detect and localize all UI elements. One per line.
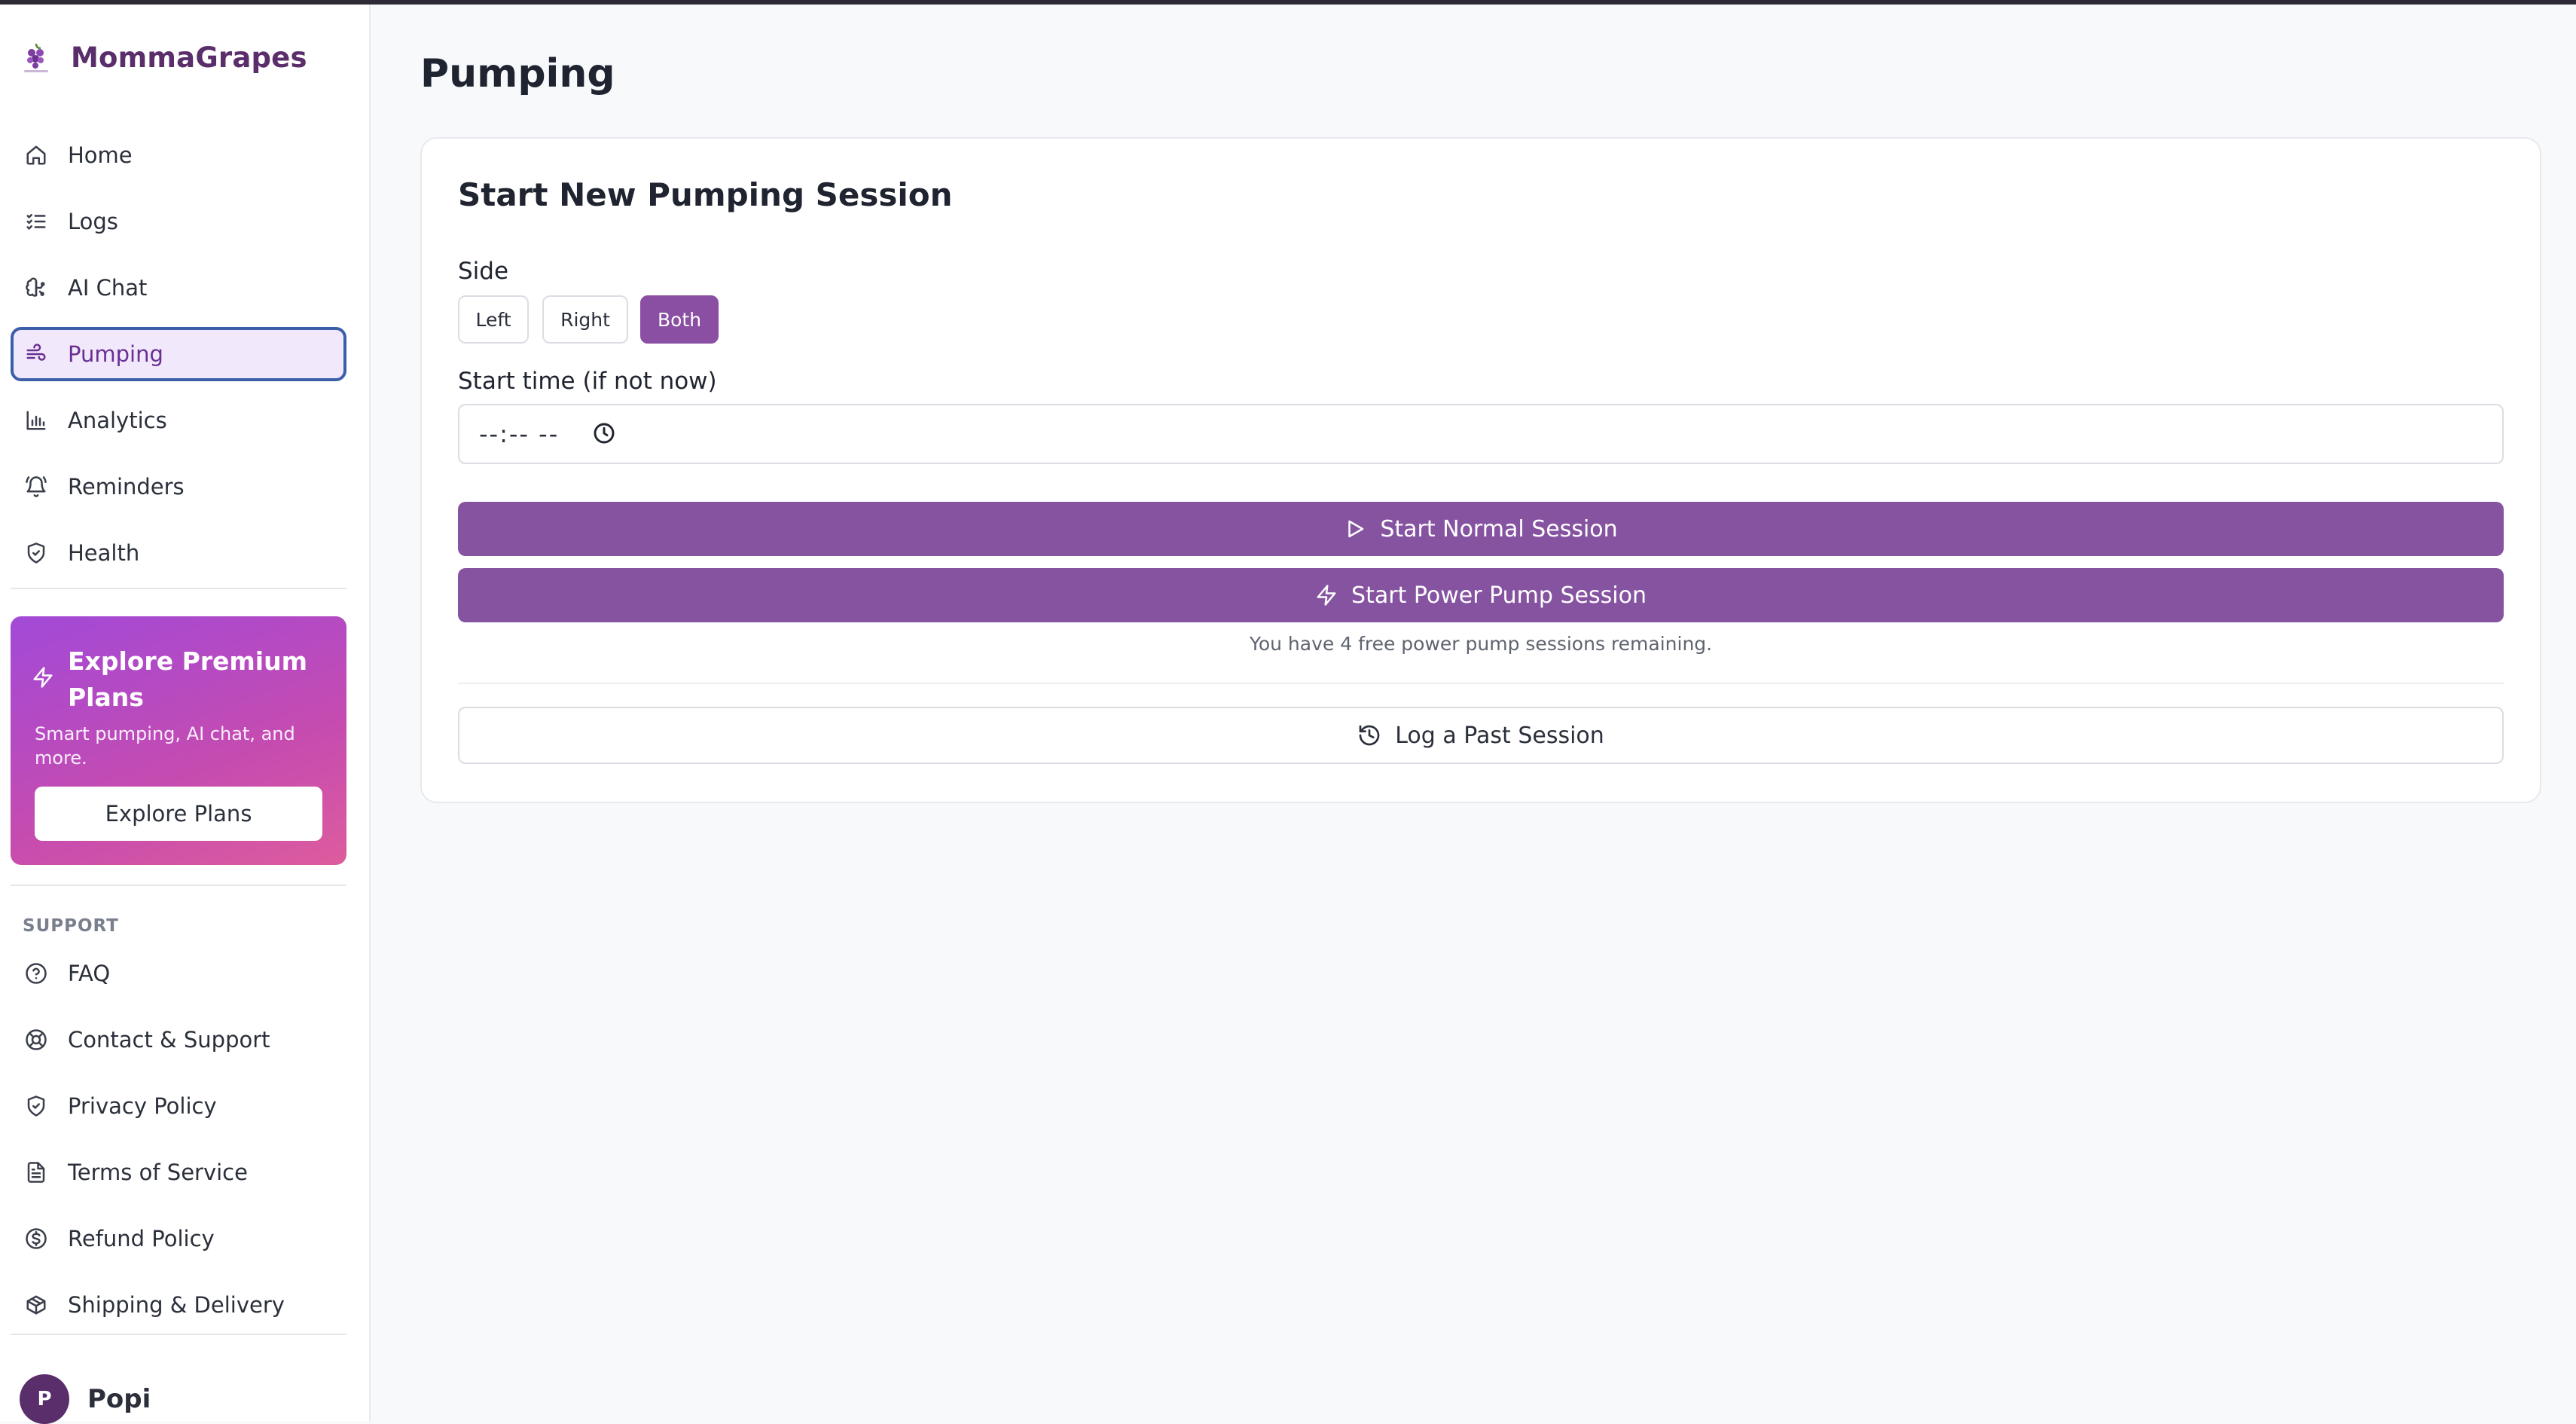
home-icon [23, 142, 50, 169]
nav-label: Health [68, 540, 140, 566]
nav-label: Pumping [68, 341, 163, 367]
brain-icon [23, 274, 50, 301]
nav-item-analytics[interactable]: Analytics [11, 393, 346, 448]
nav-item-health[interactable]: Health [11, 526, 346, 580]
bell-icon [23, 473, 50, 500]
grapes-logo-icon [17, 38, 56, 77]
start-time-label: Start time (if not now) [458, 368, 717, 395]
brand-name: MommaGrapes [71, 41, 307, 74]
support-divider [11, 1334, 346, 1335]
premium-promo-card: Explore Premium Plans Smart pumping, AI … [11, 616, 346, 865]
nav-label: Reminders [68, 474, 185, 500]
nav-divider [11, 588, 346, 589]
start-normal-session-button[interactable]: Start Normal Session [458, 502, 2504, 556]
file-text-icon [23, 1159, 50, 1186]
nav-label: Privacy Policy [68, 1093, 217, 1119]
history-icon [1357, 723, 1381, 747]
nav-label: AI Chat [68, 275, 148, 301]
help-circle-icon [23, 960, 50, 987]
shield-check-icon [23, 539, 50, 567]
top-accent-bar [0, 0, 2576, 5]
pumping-session-card: Start New Pumping Session Side Left Righ… [420, 137, 2541, 803]
log-past-session-label: Log a Past Session [1395, 722, 1604, 749]
nav-label: Refund Policy [68, 1226, 215, 1251]
nav-item-privacy-policy[interactable]: Privacy Policy [11, 1079, 346, 1133]
explore-plans-button[interactable]: Explore Plans [35, 787, 322, 841]
card-title: Start New Pumping Session [458, 176, 953, 213]
support-section-label: SUPPORT [23, 916, 119, 936]
avatar: P [20, 1374, 69, 1424]
nav-item-faq[interactable]: FAQ [11, 946, 346, 1001]
promo-description: Smart pumping, AI chat, and more. [35, 723, 295, 769]
nav-item-refund-policy[interactable]: Refund Policy [11, 1212, 346, 1266]
start-power-pump-button[interactable]: Start Power Pump Session [458, 568, 2504, 622]
nav-item-contact-support[interactable]: Contact & Support [11, 1013, 346, 1067]
zap-icon [32, 666, 54, 689]
start-normal-session-label: Start Normal Session [1380, 515, 1618, 542]
nav-label: Terms of Service [68, 1160, 248, 1185]
dollar-circle-icon [23, 1225, 50, 1252]
nav-label: Shipping & Delivery [68, 1292, 285, 1318]
page-title: Pumping [420, 51, 615, 96]
nav-label: Logs [68, 209, 118, 234]
user-name: Popi [87, 1384, 151, 1414]
promo-title: Explore Premium Plans [68, 646, 307, 712]
nav-label: Contact & Support [68, 1027, 270, 1053]
bar-chart-icon [23, 407, 50, 434]
sidebar: MommaGrapes Home Logs AI Chat Pumping An… [0, 5, 371, 1424]
nav-label: Analytics [68, 408, 167, 433]
zap-icon [1315, 584, 1338, 607]
side-right-button[interactable]: Right [542, 295, 628, 344]
start-power-pump-label: Start Power Pump Session [1351, 582, 1647, 609]
package-icon [23, 1291, 50, 1319]
remaining-sessions-note: You have 4 free power pump sessions rema… [1249, 633, 1713, 655]
user-profile[interactable]: P Popi [20, 1374, 151, 1424]
list-checks-icon [23, 208, 50, 235]
side-both-button[interactable]: Both [640, 295, 719, 344]
nav-item-shipping-delivery[interactable]: Shipping & Delivery [11, 1278, 346, 1332]
shield-icon [23, 1092, 50, 1120]
wind-icon [23, 341, 50, 368]
log-past-session-button[interactable]: Log a Past Session [458, 707, 2504, 764]
brand[interactable]: MommaGrapes [17, 36, 307, 78]
side-left-button[interactable]: Left [458, 295, 529, 344]
nav-item-logs[interactable]: Logs [11, 194, 346, 249]
card-divider [458, 683, 2504, 684]
play-icon [1344, 518, 1366, 540]
nav-label: Home [68, 142, 133, 168]
clock-icon[interactable] [592, 421, 618, 447]
start-time-input[interactable]: --:-- -- [458, 404, 2504, 464]
nav-item-terms-of-service[interactable]: Terms of Service [11, 1145, 346, 1199]
nav-item-home[interactable]: Home [11, 128, 346, 182]
nav-item-reminders[interactable]: Reminders [11, 460, 346, 514]
nav-label: FAQ [68, 961, 111, 986]
life-buoy-icon [23, 1026, 50, 1053]
start-time-value: --:-- -- [479, 420, 560, 448]
nav-item-pumping[interactable]: Pumping [11, 327, 346, 381]
nav-item-ai-chat[interactable]: AI Chat [11, 261, 346, 315]
promo-divider [11, 885, 346, 886]
side-label: Side [458, 258, 509, 285]
